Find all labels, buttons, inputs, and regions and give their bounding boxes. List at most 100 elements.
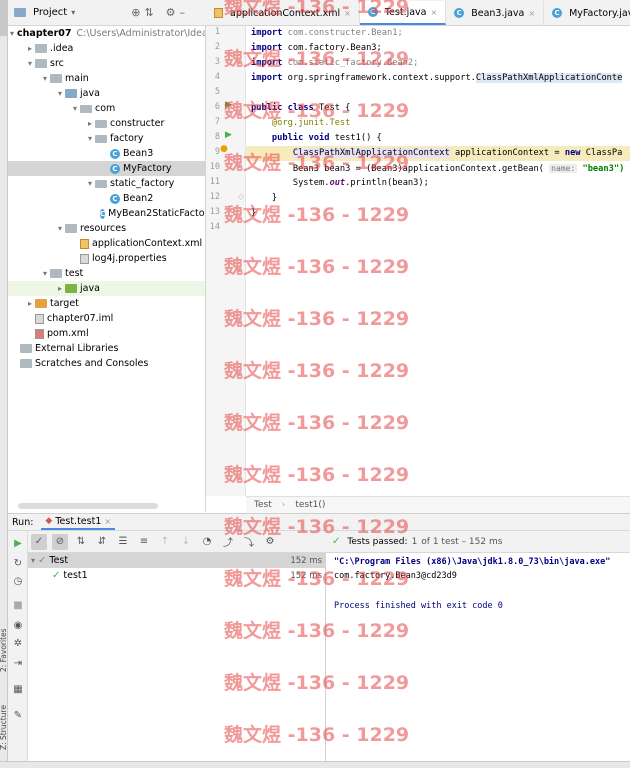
close-icon[interactable]: × <box>431 8 438 17</box>
chevron-down-icon[interactable]: ▾ <box>85 134 95 143</box>
chevron-down-icon[interactable]: ▾ <box>40 269 50 278</box>
show-passed-icon[interactable]: ✓ <box>31 533 47 550</box>
class-icon: C <box>367 7 378 17</box>
export-icon[interactable]: ⤴ <box>220 534 236 550</box>
code-line-9: ClassPathXmlApplicationContext applicati… <box>246 146 630 161</box>
tab-myfactory-java[interactable]: CMyFactory.java× <box>544 1 630 25</box>
hide-panel-icon[interactable]: – <box>180 6 186 19</box>
tree-item-bean3[interactable]: C Bean3 <box>8 146 205 161</box>
collapse-all-icon[interactable]: ≡ <box>136 534 152 550</box>
tab-test-java[interactable]: C Test.java × <box>359 1 447 25</box>
resources-folder-icon <box>65 224 77 233</box>
pin-icon[interactable]: ✎ <box>10 707 26 723</box>
tree-item-pom-xml[interactable]: pom.xml <box>8 326 205 341</box>
tree-item-chapter07[interactable]: ▾chapter07 C:\Users\Administrator\IdeaPro <box>8 26 205 41</box>
locate-icon[interactable]: ⊕ <box>131 6 140 19</box>
breadcrumb-method[interactable]: test1() <box>295 500 325 510</box>
layout-icon[interactable]: ▦ <box>10 681 26 697</box>
tree-item-label: MyBean2StaticFactory <box>108 208 206 219</box>
run-test-icon[interactable]: ▶ <box>225 130 232 140</box>
tree-item-test[interactable]: ▾ test <box>8 266 205 281</box>
tab-applicationcontext-xml[interactable]: applicationContext.xml × <box>206 1 360 25</box>
tree-item-chapter07-iml[interactable]: chapter07.iml <box>8 311 205 326</box>
tree-item-log4j-properties[interactable]: log4j.properties <box>8 251 205 266</box>
sort-alpha-icon[interactable]: ⇅ <box>73 534 89 550</box>
chevron-down-icon[interactable]: ▾ <box>70 104 80 113</box>
chevron-down-icon[interactable]: ▾ <box>40 74 50 83</box>
tree-item-external-libraries[interactable]: External Libraries <box>8 341 205 356</box>
code-editor[interactable]: import com.constructer.Bean1; import com… <box>246 26 630 496</box>
console-line: "C:\Program Files (x86)\Java\jdk1.8.0_73… <box>334 557 611 567</box>
fold-marker-icon[interactable]: ◇ <box>238 192 244 201</box>
structure-tool-tab[interactable]: Z: Structure <box>0 690 8 750</box>
status-bar <box>0 761 630 768</box>
camera-icon[interactable]: ◉ <box>10 617 26 633</box>
console-output[interactable]: "C:\Program Files (x86)\Java\jdk1.8.0_73… <box>326 553 630 761</box>
tree-item-scratches-and-consoles[interactable]: Scratches and Consoles <box>8 356 205 371</box>
tree-item-java[interactable]: ▸ java <box>8 281 205 296</box>
code-line-7: @org.junit.Test <box>271 118 351 128</box>
chevron-down-icon[interactable]: ▾ <box>55 89 65 98</box>
passed-check-icon: ✓ <box>52 570 61 581</box>
import-results-icon[interactable]: ⤵ <box>241 534 257 550</box>
sort-duration-icon[interactable]: ⇵ <box>94 534 110 550</box>
tab-bean3-java[interactable]: C Bean3.java × <box>446 1 545 25</box>
toggle-autotest-icon[interactable]: ◷ <box>10 573 26 589</box>
tree-item-label: static_factory <box>110 178 175 189</box>
close-icon[interactable]: × <box>528 9 535 18</box>
breadcrumb-class[interactable]: Test <box>254 500 272 510</box>
tree-item-constructer[interactable]: ▸ constructer <box>8 116 205 131</box>
tree-item-myfactory[interactable]: C MyFactory <box>8 161 205 176</box>
dropdown-chevron-icon[interactable]: ▾ <box>71 8 75 17</box>
chevron-right-icon[interactable]: ▸ <box>25 44 35 53</box>
tree-item-mybean2staticfactory[interactable]: C MyBean2StaticFactory <box>8 206 206 221</box>
import-icon[interactable]: ⇥ <box>10 655 26 671</box>
chevron-right-icon[interactable]: ▸ <box>55 284 65 293</box>
test-row-class[interactable]: ▾ ✓ Test 152 ms <box>28 553 326 568</box>
chevron-down-icon[interactable]: ▾ <box>25 59 35 68</box>
gear-icon[interactable]: ⚙ <box>166 6 176 19</box>
favorites-tool-tab[interactable]: 2: Favorites <box>0 612 8 672</box>
console-line: Process finished with exit code 0 <box>334 601 503 611</box>
tree-item-applicationcontext-xml[interactable]: applicationContext.xml <box>8 236 205 251</box>
history-icon[interactable]: ◔ <box>199 534 215 550</box>
stop-icon[interactable]: ■ <box>10 597 26 613</box>
chevron-right-icon[interactable]: ▸ <box>85 119 95 128</box>
test-row-method[interactable]: ✓ test1 152 ms <box>28 568 326 583</box>
intention-bulb-icon[interactable]: ● <box>220 144 228 154</box>
line-number: 3 <box>214 57 220 67</box>
tree-item-com[interactable]: ▾ com <box>8 101 205 116</box>
run-tab-test1[interactable]: ◆ Test.test1 × <box>41 514 116 530</box>
chevron-right-icon[interactable]: ▸ <box>25 299 35 308</box>
run-class-icon[interactable]: ▶ <box>225 100 232 110</box>
tree-item-target[interactable]: ▸ target <box>8 296 205 311</box>
settings-icon[interactable]: ✲ <box>10 635 26 651</box>
collapse-all-icon[interactable]: ⇅ <box>144 6 153 19</box>
project-panel-title[interactable]: Project <box>33 7 67 18</box>
previous-icon[interactable]: ↑ <box>157 534 173 550</box>
line-number: 8 <box>214 132 220 142</box>
tree-item-factory[interactable]: ▾ factory <box>8 131 205 146</box>
tree-horizontal-scrollbar[interactable] <box>18 503 158 509</box>
chevron-down-icon[interactable]: ▾ <box>85 179 95 188</box>
tree-item-main[interactable]: ▾ main <box>8 71 205 86</box>
project-tool-tab[interactable] <box>0 0 8 36</box>
source-folder-icon <box>65 89 77 98</box>
tree-item-static-factory[interactable]: ▾ static_factory <box>8 176 205 191</box>
tree-item--idea[interactable]: ▸ .idea <box>8 41 205 56</box>
gear-icon[interactable]: ⚙ <box>262 534 278 550</box>
tree-item-src[interactable]: ▾ src <box>8 56 205 71</box>
expand-all-icon[interactable]: ☰ <box>115 534 131 550</box>
show-ignored-icon[interactable]: ⊘ <box>52 533 68 550</box>
chevron-down-icon[interactable]: ▾ <box>10 29 14 38</box>
rerun-icon[interactable]: ▶ <box>10 535 26 551</box>
rerun-failed-icon[interactable]: ↻ <box>10 555 26 571</box>
next-icon[interactable]: ↓ <box>178 534 194 550</box>
close-icon[interactable]: × <box>344 9 351 18</box>
maven-file-icon <box>35 328 44 339</box>
chevron-down-icon[interactable]: ▾ <box>55 224 65 233</box>
tree-item-resources[interactable]: ▾ resources <box>8 221 205 236</box>
tree-item-java[interactable]: ▾ java <box>8 86 205 101</box>
tree-item-bean2[interactable]: C Bean2 <box>8 191 205 206</box>
close-icon[interactable]: × <box>104 517 111 526</box>
